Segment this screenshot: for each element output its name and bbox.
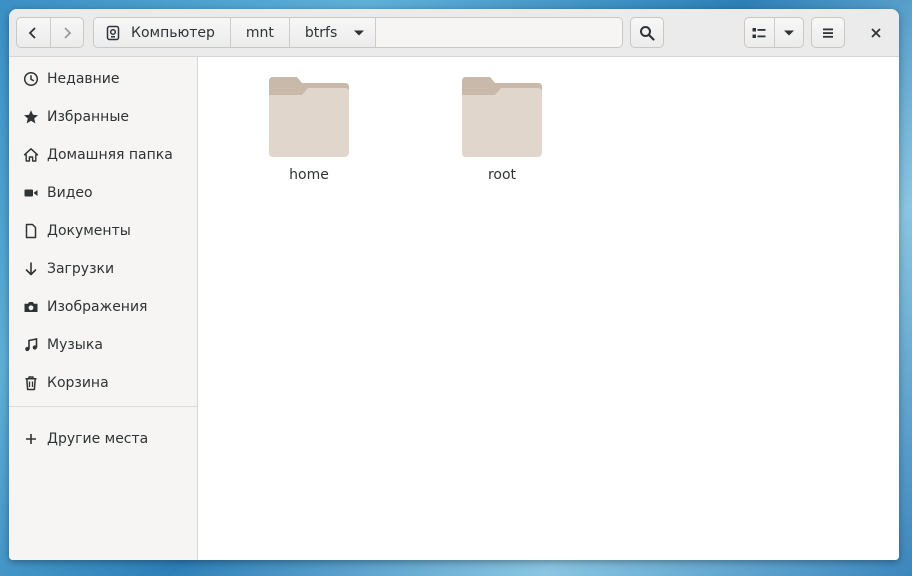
close-window-button[interactable] xyxy=(861,17,891,48)
view-mode-button[interactable] xyxy=(745,18,774,47)
view-buttons xyxy=(744,17,804,48)
sidebar-item-label: Загрузки xyxy=(47,261,115,277)
plus-icon xyxy=(23,431,39,447)
path-bar: Компьютер mnt btrfs xyxy=(93,17,623,48)
nav-buttons xyxy=(16,17,84,48)
forward-button[interactable] xyxy=(49,18,84,47)
camera-icon xyxy=(23,299,39,315)
sidebar-item-documents[interactable]: Документы xyxy=(9,212,197,250)
sidebar-item-label: Видео xyxy=(47,185,93,201)
sidebar-separator xyxy=(9,406,197,407)
sidebar: Недавние Избранные Домашняя папка Видео … xyxy=(9,57,198,560)
caret-down-icon xyxy=(783,30,794,35)
main-menu-button[interactable] xyxy=(811,17,845,48)
chevron-left-icon xyxy=(28,26,36,39)
folder-item[interactable]: root xyxy=(442,77,562,197)
path-crumb-label: Компьютер xyxy=(131,24,215,41)
hamburger-menu-icon xyxy=(823,28,833,38)
folder-icon xyxy=(269,77,349,157)
search-button[interactable] xyxy=(630,17,664,48)
view-options-button[interactable] xyxy=(773,18,804,47)
sidebar-item-label: Недавние xyxy=(47,71,120,87)
sidebar-item-downloads[interactable]: Загрузки xyxy=(9,250,197,288)
sidebar-item-label: Музыка xyxy=(47,337,103,353)
sidebar-item-label: Домашняя папка xyxy=(47,147,173,163)
headerbar: Компьютер mnt btrfs xyxy=(9,9,899,57)
folder-icon xyxy=(462,77,542,157)
chevron-right-icon xyxy=(64,26,72,39)
sidebar-item-recent[interactable]: Недавние xyxy=(9,60,197,98)
caret-down-icon xyxy=(354,30,365,35)
back-button[interactable] xyxy=(17,18,50,47)
path-crumb-btrfs[interactable]: btrfs xyxy=(289,18,377,47)
clock-icon xyxy=(23,71,39,87)
sidebar-item-label: Избранные xyxy=(47,109,129,125)
file-view: home root xyxy=(198,57,899,560)
path-crumb-label: mnt xyxy=(245,24,274,41)
folder-name: root xyxy=(487,167,517,183)
sidebar-item-label: Документы xyxy=(47,223,131,239)
folder-name: home xyxy=(289,167,329,183)
sidebar-item-videos[interactable]: Видео xyxy=(9,174,197,212)
search-icon xyxy=(640,25,655,41)
close-icon xyxy=(871,27,881,38)
sidebar-item-starred[interactable]: Избранные xyxy=(9,98,197,136)
download-icon xyxy=(23,261,39,277)
star-icon xyxy=(23,109,39,125)
sidebar-item-label: Изображения xyxy=(47,299,148,315)
sidebar-item-label: Корзина xyxy=(47,375,109,391)
file-manager-window: Компьютер mnt btrfs Недавние Избранные Д… xyxy=(9,9,899,560)
path-crumb-label: btrfs xyxy=(304,24,338,41)
document-icon xyxy=(23,223,39,239)
video-icon xyxy=(23,185,39,201)
sidebar-item-music[interactable]: Музыка xyxy=(9,326,197,364)
music-icon xyxy=(23,337,39,353)
drive-icon xyxy=(106,25,120,40)
trash-icon xyxy=(23,375,39,391)
sidebar-item-trash[interactable]: Корзина xyxy=(9,364,197,402)
path-bar-empty[interactable] xyxy=(376,18,622,47)
sidebar-item-home[interactable]: Домашняя папка xyxy=(9,136,197,174)
sidebar-item-label: Другие места xyxy=(47,431,149,447)
path-crumb-mnt[interactable]: mnt xyxy=(230,18,290,47)
path-crumb-computer[interactable]: Компьютер xyxy=(94,18,231,47)
sidebar-item-pictures[interactable]: Изображения xyxy=(9,288,197,326)
sidebar-item-other-places[interactable]: Другие места xyxy=(9,420,197,458)
list-view-icon xyxy=(752,27,766,38)
home-icon xyxy=(23,147,39,163)
folder-item[interactable]: home xyxy=(249,77,369,197)
